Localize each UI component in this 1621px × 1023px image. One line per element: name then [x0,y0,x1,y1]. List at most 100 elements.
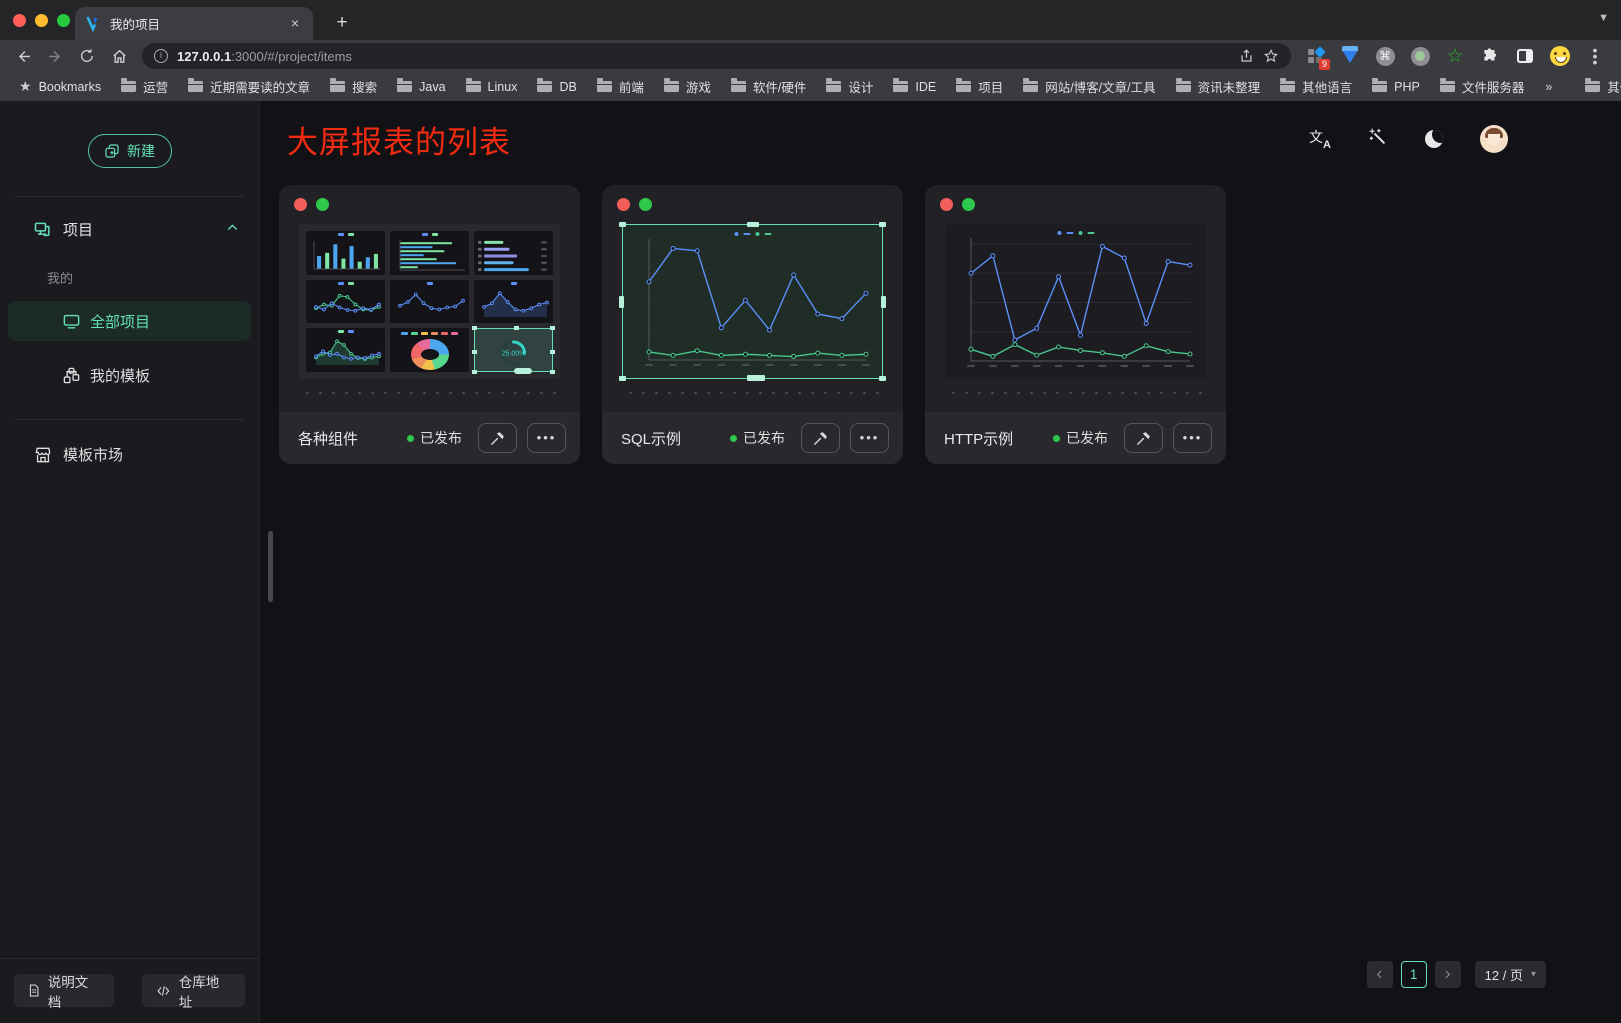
omnibox[interactable]: i 127.0.0.1:3000/#/project/items [142,43,1291,69]
url-text[interactable]: 127.0.0.1:3000/#/project/items [177,49,1230,64]
status-dot [1053,435,1060,442]
bookmark-folder[interactable]: 网站/博客/文章/工具 [1014,74,1164,99]
bookmark-star-icon[interactable] [1263,48,1279,64]
window-controls[interactable] [0,14,82,27]
scrollbar-thumb[interactable] [268,531,273,602]
project-section-label: 项目 [63,219,93,240]
magic-wand-icon[interactable] [1368,127,1388,152]
dark-mode-moon-icon[interactable] [1425,130,1443,148]
sidebar-item-template-market[interactable]: 模板市场 [0,444,259,465]
home-icon[interactable] [104,43,134,69]
bookmark-folder[interactable]: 近期需要读的文章 [179,74,319,99]
mini-dual-line-chart [306,280,385,324]
folder-icon [330,81,345,92]
mini-green-area-chart [306,328,385,372]
project-card-http-example[interactable]: HTTP示例 已发布 ••• [925,185,1226,464]
new-project-button[interactable]: 新建 [88,134,172,168]
sql-line-chart [631,231,874,372]
extension-green-star-icon[interactable]: ☆ [1445,46,1465,66]
bookmark-folder[interactable]: Java [388,77,454,97]
card-thumbnail-selected-chart[interactable] [622,224,883,379]
bookmark-folder-label: DB [559,80,576,94]
bookmark-folder[interactable]: 项目 [947,74,1012,99]
bookmark-folder-label: 资讯未整理 [1198,77,1261,96]
bookmark-folder[interactable]: 资讯未整理 [1167,74,1270,99]
repository-button[interactable]: 仓库地址 [142,974,245,1007]
browser-menu-kebab-icon[interactable]: ••• [1585,46,1605,66]
project-card-various-components[interactable]: 25.00% 各种组件 已发布 ••• [279,185,580,464]
bookmark-folder[interactable]: 文件服务器 [1431,74,1534,99]
extensions-puzzle-icon[interactable] [1480,46,1500,66]
folder-icon [188,81,203,92]
project-card-sql-example[interactable]: SQL示例 已发布 ••• [602,185,903,464]
other-bookmarks-folder[interactable]: 其他书签 [1576,74,1621,99]
edit-hammer-button[interactable] [478,423,517,453]
reload-icon[interactable] [72,43,102,69]
bookmark-folder[interactable]: PHP [1363,77,1429,97]
next-page-button[interactable] [1435,961,1461,988]
browser-toolbar: i 127.0.0.1:3000/#/project/items 9 ⌘ ☆ •… [0,40,1621,72]
more-options-button[interactable]: ••• [527,423,566,453]
tab-close-icon[interactable]: × [287,16,303,32]
folder-icon [537,81,552,92]
sidebar-section-project[interactable]: 项目 [0,197,259,240]
mini-hbar-chart [390,231,469,275]
prev-page-button[interactable] [1367,961,1393,988]
bookmark-folder[interactable]: DB [528,77,585,97]
sidebar-item-my-templates[interactable]: 我的模板 [8,355,251,395]
bookmark-folder[interactable]: 游戏 [655,74,720,99]
bookmark-folder[interactable]: Linux [457,77,527,97]
user-avatar[interactable] [1480,125,1508,153]
side-panel-icon[interactable] [1515,46,1535,66]
folder-icon [1280,81,1295,92]
folder-icon [893,81,908,92]
bookmark-folder[interactable]: IDE [884,77,945,97]
card-thumbnail-dashboard[interactable]: 25.00% [299,224,560,379]
sidebar-item-all-projects[interactable]: 全部项目 [8,301,251,341]
bookmarks-root[interactable]: ★ Bookmarks [10,75,110,98]
close-window-button[interactable] [13,14,26,27]
project-cards: 25.00% 各种组件 已发布 ••• [260,163,1621,464]
tab-search-chevron-icon[interactable]: ▼ [1598,12,1609,24]
bookmark-folder[interactable]: 其他语言 [1271,74,1361,99]
extension-command-icon[interactable]: ⌘ [1375,46,1395,66]
documentation-button[interactable]: 说明文档 [14,974,114,1007]
site-info-icon[interactable]: i [154,49,168,63]
bookmark-folder[interactable]: 搜索 [321,74,386,99]
bookmark-folder[interactable]: 前端 [588,74,653,99]
folder-icon [397,81,412,92]
page-size-value: 12 / 页 [1485,965,1523,984]
extension-grid-diamond-icon[interactable]: 9 [1305,46,1325,66]
more-options-button[interactable]: ••• [850,423,889,453]
minimize-window-button[interactable] [35,14,48,27]
profile-avatar-emoji[interactable] [1550,46,1570,66]
chevron-up-icon[interactable] [226,221,239,238]
sidebar: 新建 项目 我的 全部项目 [0,101,260,1023]
folder-icon [1176,81,1191,92]
folder-icon [1372,81,1387,92]
new-tab-button[interactable]: + [328,10,356,38]
bookmarks-overflow-chevron[interactable]: » [1537,80,1560,94]
translate-icon[interactable]: 文A [1309,128,1331,150]
folder-icon [826,81,841,92]
code-icon [155,984,172,998]
current-page-button[interactable]: 1 [1401,961,1427,988]
edit-hammer-button[interactable] [801,423,840,453]
extension-green-dot-icon[interactable] [1410,46,1430,66]
share-icon[interactable] [1239,48,1254,64]
bookmark-folder-label: 文件服务器 [1462,77,1525,96]
browser-tab[interactable]: 我的项目 × [75,7,313,40]
bookmark-folder[interactable]: 设计 [817,74,882,99]
extension-blue-gem-icon[interactable] [1340,46,1360,66]
zoom-window-button[interactable] [57,14,70,27]
edit-hammer-button[interactable] [1124,423,1163,453]
more-options-button[interactable]: ••• [1173,423,1212,453]
page-size-select[interactable]: 12 / 页 ▾ [1475,961,1546,988]
back-icon[interactable] [8,43,38,69]
folder-icon [731,81,746,92]
card-thumbnail-chart[interactable] [945,224,1206,379]
bookmark-folder[interactable]: 软件/硬件 [722,74,815,99]
tab-title: 我的项目 [110,14,278,33]
bookmark-folder[interactable]: 运营 [112,74,177,99]
project-screens-icon [33,220,53,240]
